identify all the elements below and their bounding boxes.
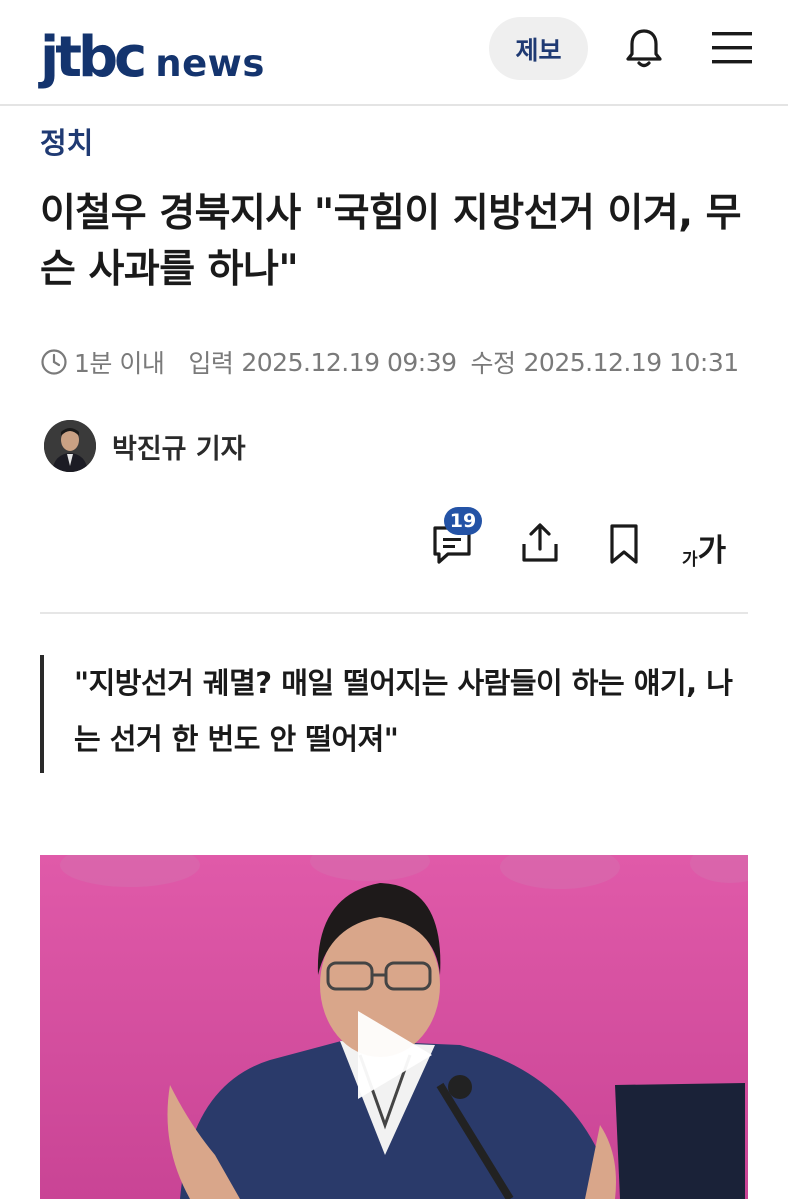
published-date: 2025.12.19 09:39 <box>241 347 457 377</box>
share-icon[interactable] <box>519 522 561 564</box>
font-size-button[interactable]: 가 가 <box>682 525 726 570</box>
font-size-large: 가 <box>697 533 727 569</box>
jtbc-news-logo[interactable]: jtbc news <box>40 26 265 86</box>
read-time: 1분 이내 <box>74 349 165 378</box>
updated-date: 2025.12.19 10:31 <box>523 347 740 377</box>
article-category[interactable]: 정치 <box>40 120 93 162</box>
speaker-photo <box>40 855 748 1199</box>
font-size-small: 가 <box>682 550 698 570</box>
bell-icon[interactable] <box>620 24 668 72</box>
report-tip-button[interactable]: 제보 <box>489 17 588 80</box>
section-divider <box>40 612 748 614</box>
article-title: 이철우 경북지사 "국힘이 지방선거 이겨, 무슨 사과를 하나" <box>40 191 741 292</box>
article-video-thumbnail[interactable] <box>40 855 748 1199</box>
updated-label: 수정 <box>470 349 517 378</box>
article-meta: 1분 이내 입력 2025.12.19 09:39 수정 2025.12.19 … <box>40 344 739 380</box>
clock-icon <box>41 349 67 375</box>
site-header: jtbc news 제보 <box>0 0 788 106</box>
article-subtitle-quote: "지방선거 궤멸? 매일 떨어지는 사람들이 하는 얘기, 나는 선거 한 번도… <box>40 655 750 773</box>
reporter-byline[interactable]: 박진규 기자 <box>44 420 246 472</box>
reporter-name: 박진규 기자 <box>112 433 246 465</box>
hamburger-menu-icon[interactable] <box>709 28 755 68</box>
logo-wordmark: jtbc <box>40 25 147 90</box>
published-label: 입력 <box>188 349 234 378</box>
reporter-avatar <box>44 420 96 472</box>
comment-count-badge: 19 <box>444 507 482 535</box>
logo-news-text: news <box>155 42 265 85</box>
bookmark-icon[interactable] <box>606 522 642 566</box>
